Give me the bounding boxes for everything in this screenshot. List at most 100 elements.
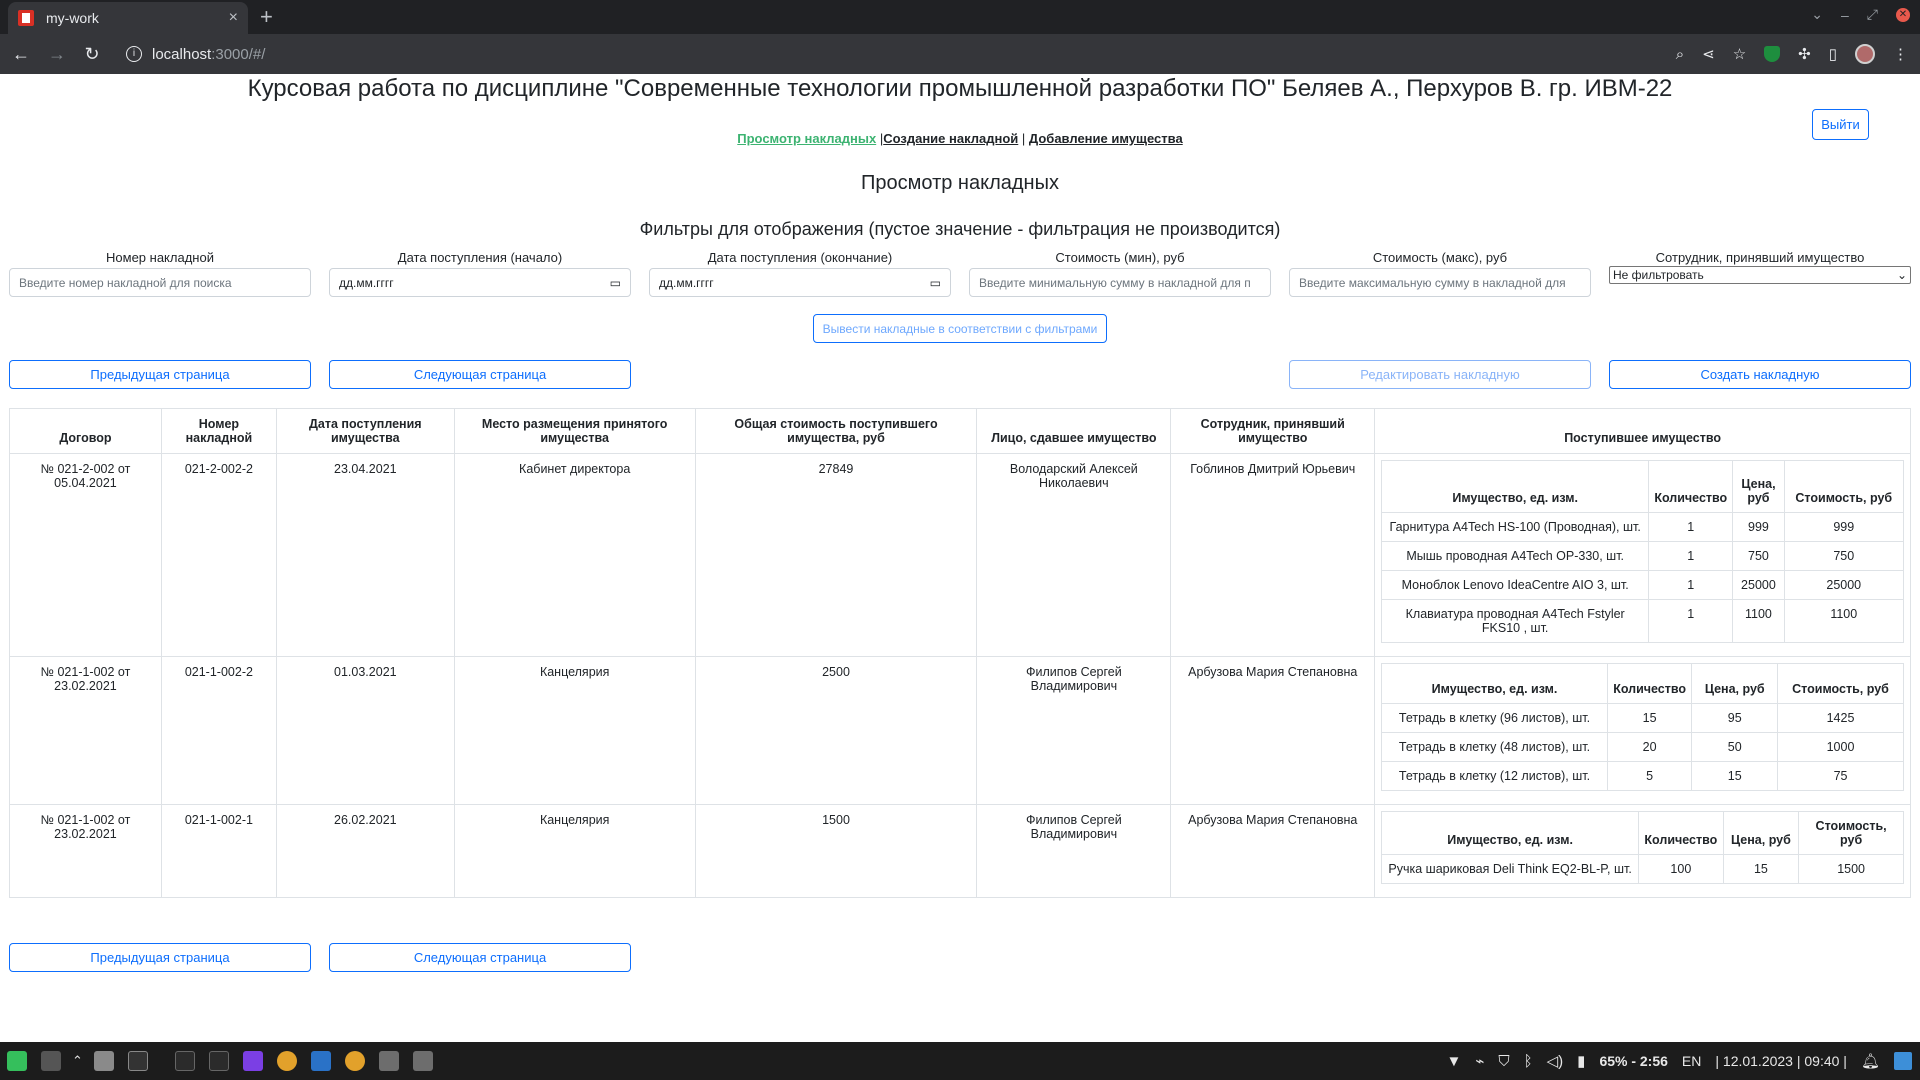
profile-avatar[interactable] (1855, 44, 1875, 64)
item-qty: 1 (1648, 541, 1734, 571)
section-title: Просмотр накладных (861, 172, 1059, 194)
ide-icon[interactable] (242, 1051, 263, 1071)
prev-page-button-bottom[interactable]: Предыдущая страница (9, 943, 311, 972)
date-start-input[interactable]: дд.мм.гггг ▭ (329, 268, 631, 297)
folder-icon[interactable] (412, 1051, 433, 1071)
chevron-down-icon: ⌄ (1896, 268, 1907, 282)
cell-items: Имущество, ед. изм. Количество Цена, руб… (1374, 656, 1911, 805)
item-price: 15 (1691, 761, 1779, 791)
extensions-puzzle-icon[interactable]: ✣ (1798, 45, 1811, 63)
side-panel-icon[interactable]: ▯ (1829, 45, 1837, 63)
column-header: Дата поступления имущества (275, 408, 455, 454)
apply-filters-button[interactable]: Вывести накладные в соответствии с фильт… (813, 314, 1107, 343)
create-invoice-button[interactable]: Создать накладную (1609, 360, 1911, 389)
cell-giver: Филипов Сергей Владимирович (976, 804, 1172, 898)
chrome-icon[interactable] (276, 1051, 297, 1071)
item-cost: 1500 (1798, 854, 1904, 884)
notification-bell-icon[interactable]: 🔔︎ (1861, 1052, 1880, 1070)
next-page-button[interactable]: Следующая страница (329, 360, 631, 389)
calendar-icon[interactable]: ▭ (930, 276, 941, 290)
item-price: 50 (1691, 732, 1779, 762)
show-desktop-icon[interactable] (1894, 1052, 1912, 1070)
terminal-window-icon[interactable] (174, 1051, 195, 1071)
wifi-icon[interactable]: ▼ (1446, 1053, 1461, 1070)
filters-title: Фильтры для отображения (пустое значение… (639, 219, 1281, 239)
cell-contract: № 021-1-002 от 23.02.2021 (9, 656, 162, 805)
item-price: 750 (1732, 541, 1785, 571)
nav-link-view-invoices[interactable]: Просмотр накладных (737, 131, 876, 146)
items-column-header: Имущество, ед. изм. (1381, 663, 1608, 704)
new-tab-icon[interactable]: + (260, 4, 273, 30)
terminal-icon[interactable] (127, 1051, 148, 1071)
folder-icon[interactable] (378, 1051, 399, 1071)
employee-select-value: Не фильтровать (1613, 268, 1704, 282)
chrome-icon[interactable] (344, 1051, 365, 1071)
tab-close-icon[interactable]: × (229, 9, 238, 27)
close-window-icon[interactable]: ✕ (1896, 7, 1910, 22)
os-taskbar: ⌃ ▼ ⌁ ⛉ ᛒ ◁) ▮ 65% - 2:56 EN | 12.01.202… (0, 1042, 1920, 1080)
column-header: Лицо, сдавшее имущество (976, 408, 1172, 454)
zoom-icon[interactable]: ⌕ (1676, 46, 1684, 63)
top-nav: Просмотр накладных |Создание накладной |… (0, 131, 1920, 146)
item-cost: 1425 (1777, 703, 1904, 733)
clock[interactable]: | 12.01.2023 | 09:40 | (1715, 1053, 1847, 1069)
bookmark-star-icon[interactable]: ☆ (1733, 45, 1746, 63)
edit-invoice-button[interactable]: Редактировать накладную (1289, 360, 1591, 389)
table-row[interactable]: № 021-1-002 от 23.02.2021 021-1-002-2 01… (9, 656, 1911, 805)
reload-icon[interactable]: ↻ (84, 44, 100, 65)
prev-page-button[interactable]: Предыдущая страница (9, 360, 311, 389)
items-row: Тетрадь в клетку (12 листов), шт. 5 15 7… (1381, 761, 1904, 791)
table-row[interactable]: № 021-2-002 от 05.04.2021 021-2-002-2 23… (9, 453, 1911, 657)
menu-kebab-icon[interactable]: ⋮ (1893, 45, 1908, 63)
table-header-row: Договор Номер накладной Дата поступления… (9, 408, 1911, 454)
nav-link-add-property[interactable]: Добавление имущества (1029, 131, 1183, 146)
item-name: Ручка шариковая Deli Think EQ2-BL-P, шт. (1381, 854, 1640, 884)
maximize-icon[interactable]: ⤢ (1867, 6, 1878, 23)
attachment-icon[interactable]: ⌁ (1475, 1052, 1484, 1070)
nav-separator: | (1021, 131, 1026, 146)
address-bar[interactable]: i localhost:3000/#/ (126, 46, 265, 63)
terminal-window-icon[interactable] (208, 1051, 229, 1071)
item-cost: 999 (1783, 512, 1905, 542)
cell-total: 1500 (694, 804, 978, 898)
volume-icon[interactable]: ◁) (1547, 1052, 1564, 1070)
back-icon[interactable]: ← (12, 44, 30, 65)
column-header: Договор (9, 408, 162, 454)
minimize-icon[interactable]: – (1841, 7, 1849, 23)
nav-link-create-invoice[interactable]: Создание накладной (883, 131, 1018, 146)
filter-cost-min: Стоимость (мин), руб Введите минимальную… (969, 250, 1271, 297)
item-price: 25000 (1732, 570, 1785, 600)
url-host: localhost (152, 45, 212, 63)
next-page-button-bottom[interactable]: Следующая страница (329, 943, 631, 972)
system-tray: ▼ ⌁ ⛉ ᛒ ◁) ▮ 65% - 2:56 EN | 12.01.2023 … (1446, 1042, 1912, 1080)
page-content: Курсовая работа по дисциплине "Современн… (0, 74, 1920, 1042)
calendar-icon[interactable]: ▭ (610, 276, 621, 290)
start-menu-icon[interactable] (7, 1051, 27, 1071)
cost-min-input[interactable]: Введите минимальную сумму в накладной дл… (969, 268, 1271, 297)
date-end-input[interactable]: дд.мм.гггг ▭ (649, 268, 951, 297)
site-info-icon[interactable]: i (126, 46, 142, 62)
extension-shield-icon[interactable] (1764, 46, 1781, 62)
cell-items: Имущество, ед. изм. Количество Цена, руб… (1374, 804, 1911, 898)
chevron-up-icon[interactable]: ⌃ (72, 1053, 83, 1069)
browser-tab-bar: my-work × + ⌄ – ⤢ ✕ (0, 0, 1920, 34)
battery-icon[interactable]: ▮ (1577, 1052, 1585, 1070)
bluetooth-icon[interactable]: ᛒ (1524, 1053, 1533, 1070)
keyboard-layout[interactable]: EN (1682, 1053, 1701, 1069)
editor-icon[interactable] (310, 1051, 331, 1071)
forward-icon[interactable]: → (48, 44, 66, 65)
cell-receiver: Арбузова Мария Степановна (1170, 804, 1376, 898)
table-row[interactable]: № 021-1-002 от 23.02.2021 021-1-002-1 26… (9, 804, 1911, 898)
file-manager-icon[interactable] (93, 1051, 114, 1071)
shield-icon[interactable]: ⛉ (1498, 1053, 1509, 1070)
tab-search-icon[interactable]: ⌄ (1811, 6, 1823, 23)
employee-select[interactable]: Не фильтровать ⌄ (1609, 266, 1911, 284)
workspace-icon[interactable] (41, 1051, 61, 1071)
cell-date: 01.03.2021 (275, 656, 455, 805)
browser-tab[interactable]: my-work × (8, 2, 248, 34)
invoice-number-input[interactable]: Введите номер накладной для поиска (9, 268, 311, 297)
cost-max-input[interactable]: Введите максимальную сумму в накладной д… (1289, 268, 1591, 297)
share-icon[interactable]: ⋖ (1702, 45, 1715, 63)
cell-place: Канцелярия (453, 656, 696, 805)
filter-date-start-label: Дата поступления (начало) (397, 250, 563, 265)
